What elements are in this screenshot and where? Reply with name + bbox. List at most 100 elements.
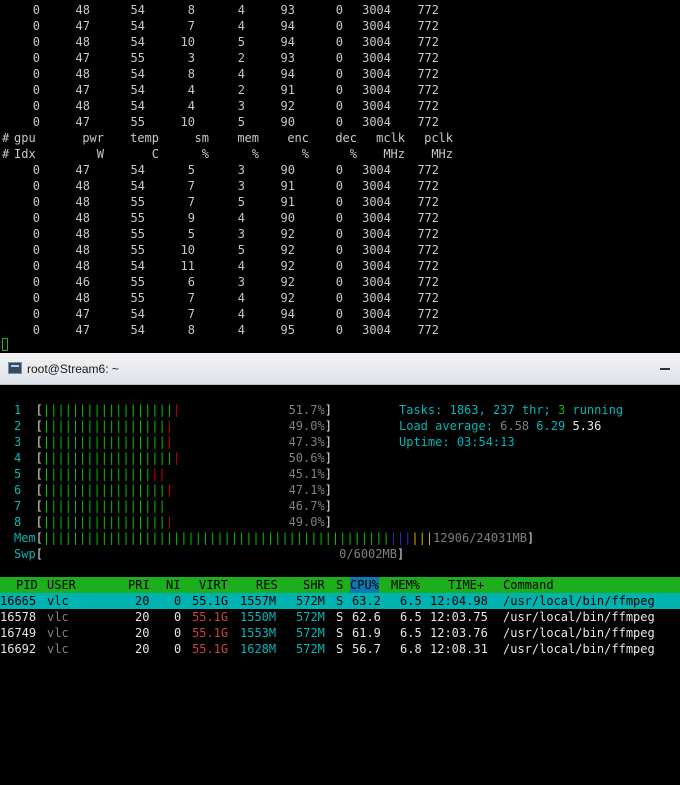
dmon-cell: 8: [187, 67, 195, 81]
col-virt[interactable]: VIRT: [199, 577, 228, 593]
col-command[interactable]: Command: [503, 577, 554, 593]
dmon-cell: 5: [187, 227, 195, 241]
dmon-cell: 0: [335, 67, 343, 81]
cpu-meter-7: 7 [||||||||||||||||| 46.7%]: [14, 498, 332, 514]
row-pid: 16578: [0, 610, 37, 624]
cpu-percent: 45.1%: [288, 467, 325, 481]
process-row[interactable]: 16665 vlc 20 0 55.1G 1557M 572M S 63.2 6.5 12:04.9…: [0, 593, 680, 609]
meter-bar-user: |||||||||||||||: [42, 467, 152, 481]
dmon-cell: 4: [237, 323, 245, 337]
cpu-meter-8: 8 [|||||||||||||||||| 49.0%]: [14, 514, 332, 530]
dmon-cell: 3004: [362, 259, 391, 273]
dmon-cell: 772: [417, 227, 439, 241]
dmon-cell: 55: [130, 195, 145, 209]
gpu-monitor-terminal[interactable]: 0 48 54 8 4 93 0 3004 772 0 47 54 7 4 94 0 3004 772 0 48 54 1…: [0, 0, 680, 353]
dmon-cell: 7: [187, 195, 195, 209]
dmon-cell: 0: [32, 227, 40, 241]
dmon-cell: 0: [32, 307, 40, 321]
dmon-cell: 0: [32, 163, 40, 177]
dmon-cell: 54: [130, 67, 145, 81]
col-user[interactable]: USER: [47, 577, 76, 593]
meter-bracket-close: ]: [324, 499, 332, 513]
cpu-percent: 49.0%: [288, 515, 325, 529]
dmon-cell: 55: [130, 291, 145, 305]
dmon-cell: 4: [237, 67, 245, 81]
dmon-cell: 0: [32, 179, 40, 193]
dmon-header-row: # Idx W C%%%% MHz MHz: [0, 146, 453, 162]
dmon-cell: 772: [417, 243, 439, 257]
dmon-cell: 11: [180, 259, 195, 273]
dmon-cell: 48: [75, 179, 90, 193]
dmon-cell: 5: [237, 35, 245, 49]
col-pid[interactable]: PID: [16, 577, 38, 593]
row-command: /usr/local/bin/ffmpeg: [503, 610, 655, 624]
dmon-cell: 2: [237, 51, 245, 65]
dmon-cell: 0: [335, 243, 343, 257]
dmon-row: 0 47 55 10 5 90 0 3004 772: [0, 114, 453, 130]
cpu-meter-5: 5 [||||||||||||||||| 45.1%]: [14, 466, 332, 482]
dmon-cell: 3: [237, 99, 245, 113]
col-mem[interactable]: MEM%: [391, 577, 420, 593]
dmon-cell: 54: [130, 99, 145, 113]
dmon-cell: 90: [280, 211, 295, 225]
col-pri[interactable]: PRI: [128, 577, 150, 593]
process-row[interactable]: 16749 vlc 20 0 55.1G 1553M 572M S 61.9 6.5 12:03.7…: [0, 625, 680, 641]
terminal-icon: [8, 362, 22, 374]
dmon-cell: 10: [180, 35, 195, 49]
dmon-cell: 772: [417, 323, 439, 337]
dmon-cell: 5: [237, 243, 245, 257]
dmon-row: 0 47 55 3 2 93 0 3004 772: [0, 50, 453, 66]
col-shr[interactable]: SHR: [303, 577, 325, 593]
meter-bar-kernel: |: [165, 515, 173, 529]
dmon-row: 0 48 55 7 4 92 0 3004 772: [0, 290, 453, 306]
process-row[interactable]: 16692 vlc 20 0 55.1G 1628M 572M S 56.7 6.8 12:08.3…: [0, 641, 680, 657]
dmon-cell: 0: [335, 259, 343, 273]
meter-bracket-open: [: [21, 419, 43, 433]
col-ni[interactable]: NI: [166, 577, 180, 593]
process-row[interactable]: 16578 vlc 20 0 55.1G 1550M 572M S 62.6 6.5 12:03.7…: [0, 609, 680, 625]
process-table-header[interactable]: PID USER PRI NI VIRT RES SHR S CPU% MEM%…: [0, 577, 680, 593]
dmon-cell: 54: [130, 307, 145, 321]
mem-bar-used: ||||||||||||||||||||||||||||||||||||||||…: [42, 531, 390, 545]
minimize-icon[interactable]: [660, 368, 670, 370]
dmon-header-cell: W: [96, 147, 104, 161]
dmon-row: 0 47 54 7 4 94 0 3004 772: [0, 18, 453, 34]
col-res[interactable]: RES: [256, 577, 278, 593]
meter-bracket-open: [: [21, 467, 43, 481]
dmon-cell: 94: [280, 67, 295, 81]
dmon-cell: 3: [237, 275, 245, 289]
dmon-cell: 47: [75, 163, 90, 177]
dmon-cell: 4: [237, 259, 245, 273]
dmon-row: 0 48 54 8 4 93 0 3004 772: [0, 2, 453, 18]
dmon-cell: 94: [280, 19, 295, 33]
row-virt: 55.1G: [192, 594, 229, 608]
dmon-cell: 54: [130, 35, 145, 49]
dmon-cell: 3: [187, 51, 195, 65]
mem-meter: Mem[||||||||||||||||||||||||||||||||||||…: [14, 530, 534, 546]
dmon-cell: 3004: [362, 83, 391, 97]
dmon-cell: 55: [130, 51, 145, 65]
dmon-cell: 7: [187, 179, 195, 193]
meter-bracket-close: ]: [324, 419, 332, 433]
dmon-header-cell: sm: [194, 131, 209, 145]
dmon-row: 0 48 55 9 4 90 0 3004 772: [0, 210, 453, 226]
col-cpu[interactable]: CPU%: [350, 577, 379, 593]
row-state: S: [336, 594, 344, 608]
dmon-cell: 46: [75, 275, 90, 289]
dmon-cell: 4: [187, 83, 195, 97]
cpu-percent: 46.7%: [288, 499, 325, 513]
meter-bar-user: |||||||||||||||||: [42, 515, 166, 529]
dmon-header-cell: pclk: [424, 131, 453, 145]
col-state[interactable]: S: [336, 577, 343, 593]
dmon-row: 0 48 55 5 3 92 0 3004 772: [0, 226, 453, 242]
meter-bar-user: |||||||||||||||||: [42, 419, 166, 433]
col-time[interactable]: TIME+: [448, 577, 484, 593]
dmon-cell: 772: [417, 83, 439, 97]
dmon-cell: 0: [32, 243, 40, 257]
htop-window-titlebar[interactable]: root@Stream6: ~: [0, 353, 680, 385]
dmon-cell: 10: [180, 243, 195, 257]
dmon-header-cell: C: [151, 147, 159, 161]
dmon-cell: 5: [237, 195, 245, 209]
dmon-cell: 5: [187, 163, 195, 177]
dmon-cell: 8: [187, 3, 195, 17]
